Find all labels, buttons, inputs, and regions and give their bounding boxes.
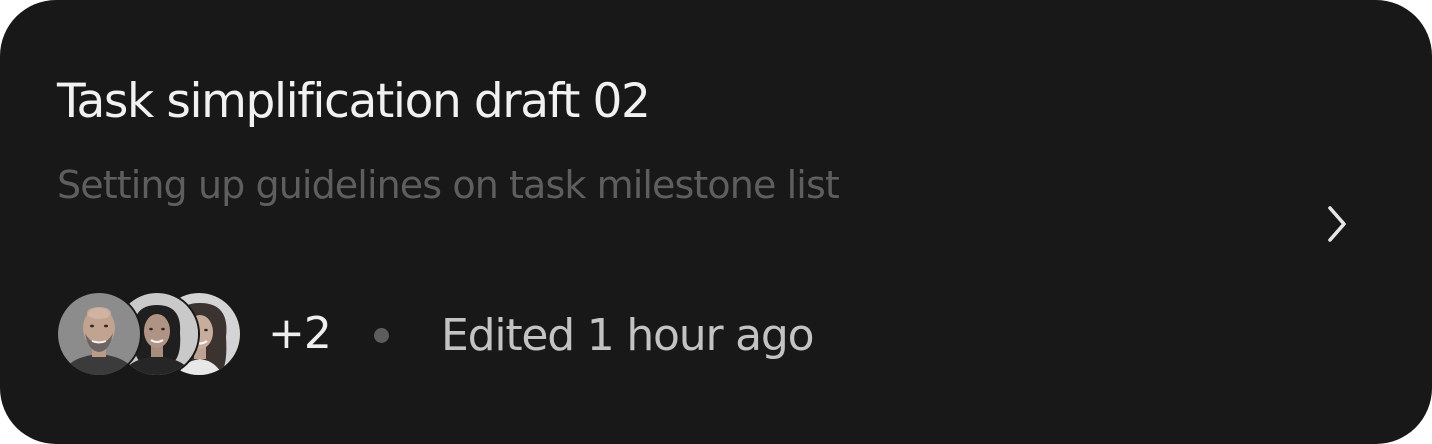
avatar xyxy=(56,291,142,377)
card-footer: +2 Edited 1 hour ago xyxy=(56,291,956,379)
edited-timestamp: Edited 1 hour ago xyxy=(441,310,815,361)
extra-collaborators-count: +2 xyxy=(268,308,332,359)
task-subtitle: Setting up guidelines on task milestone … xyxy=(57,163,840,207)
chevron-right-icon[interactable] xyxy=(1318,200,1358,248)
separator-dot xyxy=(374,328,389,343)
task-title: Task simplification draft 02 xyxy=(57,74,651,129)
task-card[interactable]: Task simplification draft 02 Setting up … xyxy=(0,0,1432,444)
